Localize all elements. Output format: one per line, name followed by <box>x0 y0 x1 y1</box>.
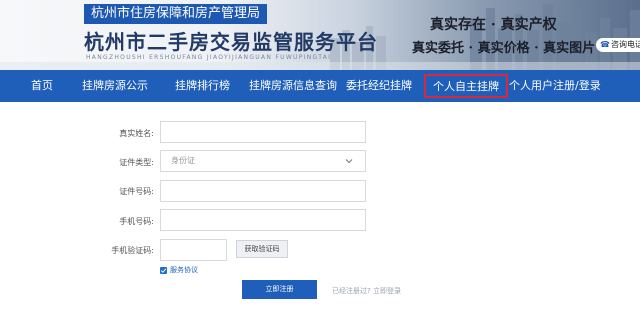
register-button[interactable]: 立即注册 <box>242 280 317 299</box>
id-type-value: 身份证 <box>171 156 195 165</box>
phone-label: 手机号码: <box>119 217 154 226</box>
chevron-down-icon <box>345 159 353 164</box>
sms-code-input[interactable] <box>160 239 227 261</box>
sms-code-label: 手机验证码: <box>111 246 154 255</box>
login-hint: 已经注册过? 立即登录 <box>332 286 401 296</box>
id-number-input[interactable] <box>160 180 366 202</box>
nav-item-home[interactable]: 首页 <box>31 70 53 102</box>
bureau-name: 杭州市住房保障和房产管理局 <box>84 4 268 24</box>
service-agreement-link[interactable]: 服务协议 <box>170 265 198 275</box>
nav-item-self-listing[interactable]: 个人自主挂牌 <box>424 74 508 98</box>
main-nav: 首页 挂牌房源公示 挂牌排行榜 挂牌房源信息查询 委托经纪挂牌 个人自主挂牌 个… <box>0 70 640 102</box>
hotline-label: 咨询电话 <box>610 40 640 49</box>
phone-input[interactable] <box>160 209 366 231</box>
login-hint-text: 已经注册过? <box>332 287 371 295</box>
nav-item-register-login[interactable]: 个人用户注册/登录 <box>509 70 601 102</box>
checkmark-icon <box>160 268 167 273</box>
nav-item-listing-public[interactable]: 挂牌房源公示 <box>82 70 148 102</box>
platform-title: 杭州市二手房交易监管服务平台 <box>84 30 378 54</box>
id-number-label: 证件号码: <box>119 187 154 196</box>
header-banner: 杭州市住房保障和房产管理局 杭州市二手房交易监管服务平台 HANGZHOUSHI… <box>0 0 640 70</box>
id-type-label: 证件类型: <box>119 158 154 167</box>
get-sms-code-button[interactable]: 获取验证码 <box>236 240 288 258</box>
phone-icon: ☎ <box>600 40 610 49</box>
real-name-input[interactable] <box>160 121 366 143</box>
agreement-checkbox[interactable] <box>160 267 167 274</box>
slogan-line-1: 真实存在 · 真实产权 <box>430 17 557 33</box>
nav-item-listing-search[interactable]: 挂牌房源信息查询 <box>249 70 337 102</box>
slogan-line-2: 真实委托 · 真实价格 · 真实图片 <box>412 41 596 56</box>
nav-item-ranking[interactable]: 挂牌排行榜 <box>175 70 230 102</box>
real-name-label: 真实姓名: <box>119 129 154 138</box>
nav-item-agent-listing[interactable]: 委托经纪挂牌 <box>346 70 412 102</box>
id-type-select[interactable]: 身份证 <box>160 150 366 172</box>
login-link[interactable]: 立即登录 <box>373 287 401 295</box>
hotline-badge[interactable]: ☎咨询电话 <box>596 38 640 52</box>
platform-pinyin: HANGZHOUSHI ERSHOUFANG JIAOYIJIANGUAN FU… <box>86 54 332 61</box>
